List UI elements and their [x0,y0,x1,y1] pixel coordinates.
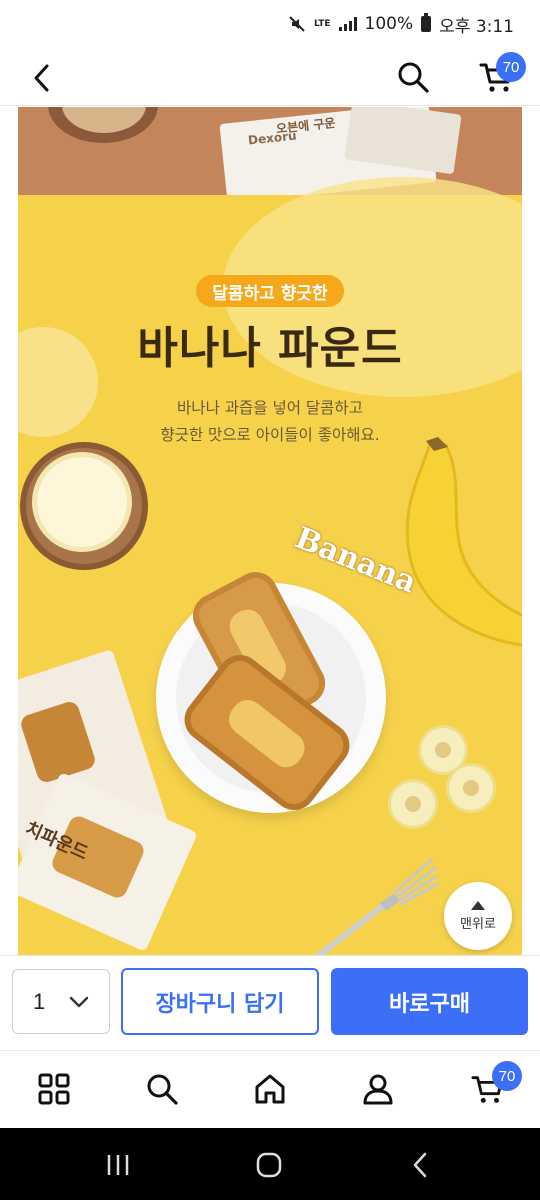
product-title: 바나나 파운드 [137,323,403,374]
back-icon [413,1152,427,1178]
status-bar: LTE 100% 오후 3:11 [0,0,540,48]
scroll-to-top-button[interactable]: 맨위로 [444,882,512,950]
milk-glass-image [32,452,132,552]
chevron-left-icon [34,64,49,92]
recent-apps-button[interactable] [98,1150,138,1180]
search-icon [147,1074,178,1105]
status-icons: LTE 100% 오후 3:11 [288,12,514,37]
network-type: LTE [313,19,331,29]
add-to-cart-button[interactable]: 장바구니 담기 [121,968,319,1035]
mute-icon [289,16,305,32]
quantity-select[interactable]: 1 [12,969,110,1034]
scroll-to-top-label: 맨위로 [460,916,496,932]
search-button[interactable] [392,56,434,98]
cart-button[interactable]: 70 [474,52,526,98]
nav-category[interactable] [32,1067,76,1111]
system-nav-bar [0,1128,540,1200]
nav-my-page[interactable] [356,1067,400,1111]
home-system-button[interactable] [249,1150,289,1180]
clock: 오후 3:11 [439,16,514,37]
signal-icon [338,17,357,31]
tagline-badge: 달콤하고 향긋한 [196,275,344,307]
top-nav: 70 [0,48,540,106]
product-detail-image: Dexoru 오븐에 구운 달콤하고 향긋한 바나나 파운드 바나나 과즙을 넣… [18,107,522,955]
arrow-up-icon [471,900,485,910]
nav-cart[interactable]: 70 [466,1061,522,1111]
user-icon [363,1074,393,1105]
description-line: 바나나 과즙을 넣어 달콤하고 [177,399,363,417]
banana-slice-image [446,763,496,813]
quantity-value: 1 [33,988,46,1014]
fork-image [314,857,440,955]
purchase-bar: 1 장바구니 담기 바로구매 [0,955,540,1050]
nav-search[interactable] [140,1067,184,1111]
home-circle-icon [256,1152,282,1178]
nav-home[interactable] [248,1067,292,1111]
battery-percent: 100% [364,14,414,34]
app-screen: LTE 100% 오후 3:11 70 Dexoru 오븐에 구운 달콤하고 향… [0,0,540,1200]
cart-count-badge: 70 [496,52,526,82]
home-icon [255,1074,285,1104]
back-system-button[interactable] [400,1150,440,1180]
search-icon [398,62,429,93]
buy-now-button[interactable]: 바로구매 [331,968,528,1035]
cart-count-badge: 70 [492,1061,522,1091]
chevron-down-icon [70,996,89,1007]
back-button[interactable] [22,58,62,98]
category-icon [38,1073,70,1105]
battery-icon [421,13,432,32]
banana-slice-image [388,779,438,829]
bottom-nav: 70 [0,1050,540,1128]
recent-apps-icon [107,1155,129,1175]
banana-image [405,437,522,647]
